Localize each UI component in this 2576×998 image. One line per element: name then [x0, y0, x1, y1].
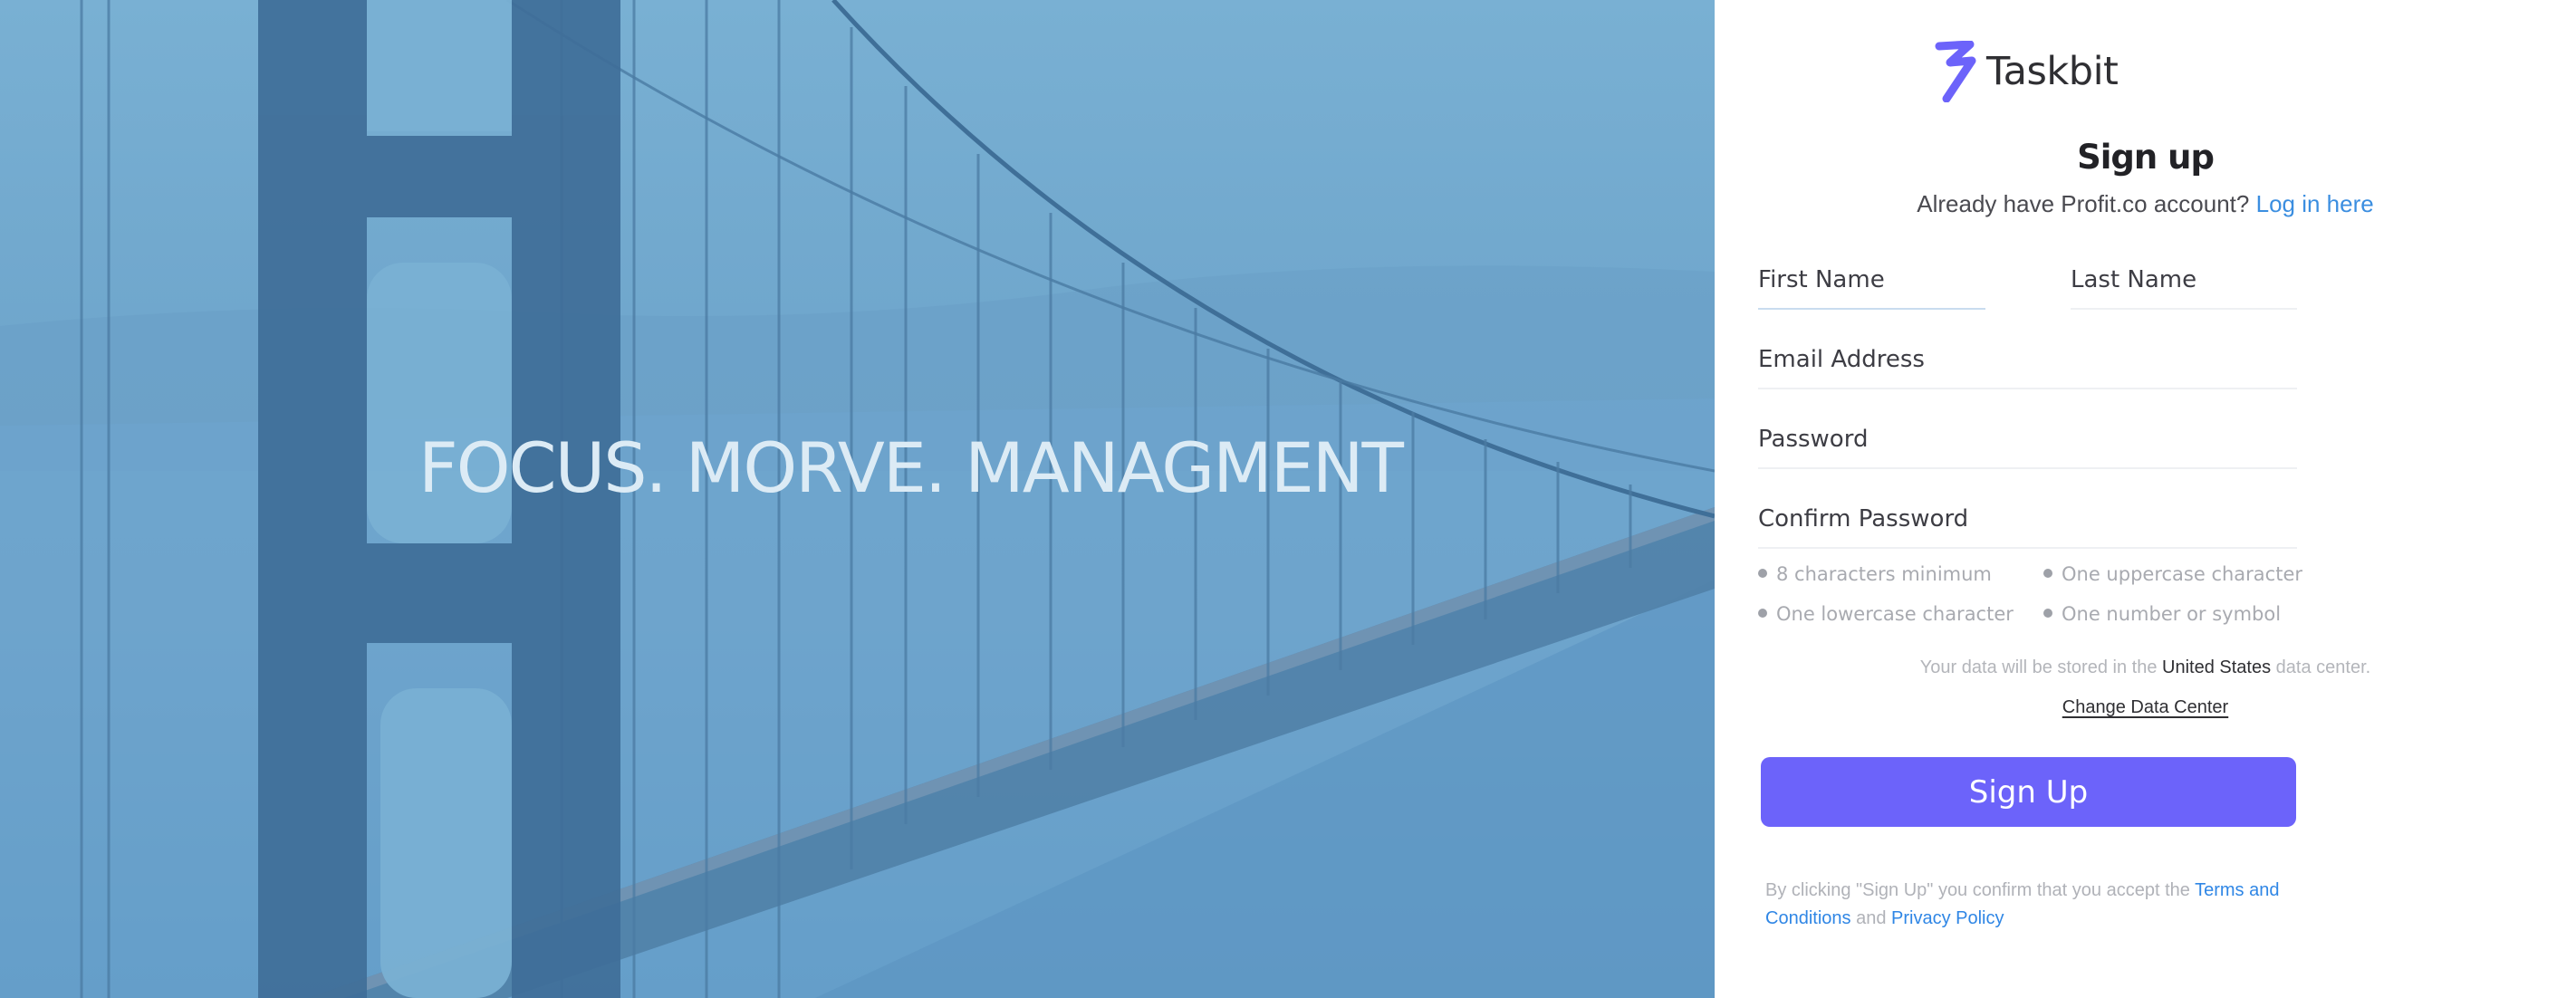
brand-name: Taskbit	[1986, 49, 2119, 94]
password-rule: One number or symbol	[2043, 603, 2281, 625]
signup-panel: Taskbit Sign up Already have Profit.co a…	[1715, 0, 2576, 998]
legal-notice: By clicking "Sign Up" you confirm that y…	[1765, 880, 2280, 928]
confirm-password-input[interactable]	[1758, 505, 2297, 533]
change-data-center-link[interactable]: Change Data Center	[2062, 697, 2228, 717]
hero-panel: FOCUS. MORVE. MANAGMENT	[0, 0, 1715, 998]
email-field	[1758, 308, 2297, 389]
login-prompt: Already have Profit.co account? Log in h…	[1715, 190, 2576, 218]
bullet-icon	[2043, 569, 2052, 578]
email-input[interactable]	[1758, 346, 2297, 373]
change-data-center: Change Data Center	[1715, 697, 2576, 718]
first-name-input[interactable]	[1758, 266, 1985, 293]
password-input[interactable]	[1758, 426, 2297, 453]
password-rule: One lowercase character	[1758, 603, 2014, 625]
brand-logo[interactable]: Taskbit	[1934, 40, 2119, 103]
data-center-notice: Your data will be stored in the United S…	[1919, 657, 2371, 677]
password-field	[1758, 388, 2297, 469]
confirm-password-field	[1758, 467, 2297, 549]
page-title: Sign up	[2077, 138, 2215, 177]
last-name-field	[2071, 228, 2297, 310]
last-name-input[interactable]	[2071, 266, 2297, 293]
first-name-field	[1758, 228, 1985, 310]
bullet-icon	[1758, 569, 1767, 578]
sign-up-button[interactable]: Sign Up	[1761, 757, 2296, 827]
password-rule: One uppercase character	[2043, 563, 2302, 585]
bullet-icon	[2043, 609, 2052, 618]
bullet-icon	[1758, 609, 1767, 618]
data-center-region: United States	[2162, 657, 2272, 677]
hero-tagline: FOCUS. MORVE. MANAGMENT	[418, 427, 1404, 508]
login-link[interactable]: Log in here	[2256, 190, 2374, 217]
privacy-policy-link[interactable]: Privacy Policy	[1891, 908, 2004, 928]
password-rule: 8 characters minimum	[1758, 563, 1992, 585]
taskbit-logo-icon	[1935, 41, 1976, 102]
login-prompt-text: Already have Profit.co account?	[1917, 190, 2250, 217]
